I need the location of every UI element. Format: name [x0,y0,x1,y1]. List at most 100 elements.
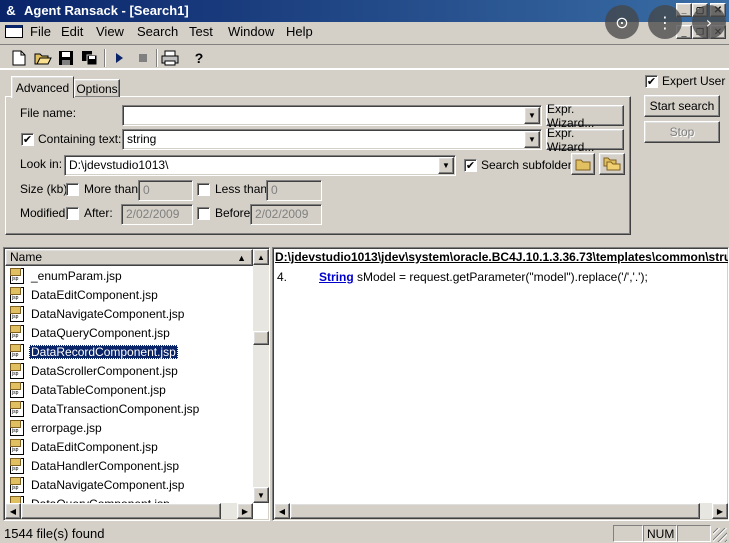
more-than-input[interactable]: 0 [138,180,193,201]
start-icon[interactable] [108,47,130,69]
chevron-right-icon: ▶ [241,506,249,516]
menu-view[interactable]: View [96,24,124,39]
containing-text-input[interactable]: string [122,129,542,150]
scroll-down-button[interactable]: ▼ [253,487,269,503]
preview-scroll-thumb[interactable] [290,503,700,519]
expert-user-checkbox[interactable]: ✔ [645,75,658,88]
file-name: DataNavigateComponent.jsp [31,477,185,492]
list-item[interactable]: _enumParam.jsp [5,267,124,285]
menu-help[interactable]: Help [286,24,313,39]
stop-button[interactable]: Stop [644,121,720,143]
list-item[interactable]: DataQueryComponent.jsp [5,323,172,342]
jsp-file-icon [10,476,24,493]
list-item[interactable]: DataNavigateComponent.jsp [5,475,186,494]
results-horizontal-scrollbar[interactable]: ◀ ▶ [5,503,253,519]
list-item[interactable]: DataEditComponent.jsp [5,285,160,304]
list-item[interactable]: DataTableComponent.jsp [5,380,168,399]
after-checkbox[interactable] [66,207,79,220]
mdi-doc-icon[interactable] [5,25,23,38]
save-icon[interactable] [55,47,77,69]
list-item[interactable]: errorpage.jsp [5,418,104,437]
results-list[interactable]: Name ▲ _enumParam.jsp DataEditComponent.j… [3,247,270,521]
search-subfolders-checkbox[interactable]: ✔ [464,159,477,172]
containing-text-checkbox[interactable]: ✔ [21,133,34,146]
list-item[interactable]: DataScrollerComponent.jsp [5,361,180,380]
before-checkbox[interactable] [197,207,210,220]
jsp-file-icon [10,438,24,455]
scroll-left-button[interactable]: ◀ [5,503,21,519]
preview-pane[interactable]: D:\jdevstudio1013\jdev\system\oracle.BC4… [272,247,729,521]
more-vertical-icon[interactable]: ⋮ [648,5,682,39]
file-name-input[interactable] [122,105,542,126]
status-files-found: 1544 file(s) found [4,526,105,541]
scroll-right-button[interactable]: ▶ [237,503,253,519]
scroll-up-button[interactable]: ▲ [253,249,269,265]
folders-icon [603,157,621,171]
tab-advanced[interactable]: Advanced [11,76,74,98]
file-name: DataHandlerComponent.jsp [31,458,180,473]
list-item[interactable]: DataRecordComponent.jsp [5,342,178,361]
chevron-right-icon[interactable]: › [692,5,726,39]
start-search-button[interactable]: Start search [644,95,720,117]
open-icon[interactable] [32,47,54,69]
menu-window[interactable]: Window [228,24,274,39]
more-than-label: More than: [84,182,142,196]
preview-scroll-right-button[interactable]: ▶ [712,503,728,519]
before-date-input[interactable]: 2/02/2009 [250,204,322,225]
results-vertical-scrollbar[interactable]: ▲ ▼ [253,249,269,503]
list-item[interactable]: DataTransactionComponent.jsp [5,399,201,418]
list-item[interactable]: DataQueryComponent.jsp [5,494,172,503]
scroll-thumb[interactable] [253,331,269,345]
file-name-dropdown[interactable]: ▼ [524,107,540,124]
file-name: DataEditComponent.jsp [31,287,158,302]
print-icon[interactable] [159,47,181,69]
after-date-input[interactable]: 2/02/2009 [121,204,193,225]
size-label: Size (kb): [20,182,71,196]
jsp-file-icon [10,305,24,322]
containing-text-dropdown[interactable]: ▼ [524,131,540,148]
jsp-file-icon [10,286,24,303]
file-list: _enumParam.jsp DataEditComponent.jsp DataN… [5,267,253,503]
after-label: After: [84,206,113,220]
file-name: DataRecordComponent.jsp [29,344,178,359]
file-name: DataNavigateComponent.jsp [31,306,185,321]
browse-multiple-folders-button[interactable] [599,153,625,175]
save-all-icon[interactable] [78,47,100,69]
less-than-checkbox[interactable] [197,183,210,196]
file-name: DataEditComponent.jsp [31,439,158,454]
look-in-input[interactable]: D:\jdevstudio1013\ [64,155,456,176]
less-than-input[interactable]: 0 [266,180,322,201]
preview-file-path: D:\jdevstudio1013\jdev\system\oracle.BC4… [275,250,729,264]
look-in-label: Look in: [20,157,63,171]
chevron-down-icon: ▼ [257,490,265,500]
menu-file[interactable]: File [30,24,51,39]
menu-test[interactable]: Test [189,24,213,39]
list-item[interactable]: DataNavigateComponent.jsp [5,304,186,323]
preview-horizontal-scrollbar[interactable]: ◀ ▶ [274,503,728,519]
preview-scroll-left-button[interactable]: ◀ [274,503,290,519]
more-than-checkbox[interactable] [66,183,79,196]
jsp-file-icon [10,495,24,503]
menu-search[interactable]: Search [137,24,178,39]
app-icon[interactable]: & [3,3,19,19]
expr-wizard-button-2[interactable]: Expr. Wizard... [546,126,624,154]
tab-options[interactable]: Options [74,79,120,97]
expr-wizard-button-1[interactable]: Expr. Wizard... [546,102,624,130]
chevron-down-icon: ▼ [528,111,536,120]
window-title: Agent Ransack - [Search1] [24,3,189,18]
modified-label: Modified: [20,206,69,220]
list-item[interactable]: DataEditComponent.jsp [5,437,160,456]
help-icon[interactable]: ? [188,47,210,69]
browse-folder-button[interactable] [571,153,595,175]
resize-grip-icon[interactable] [713,528,727,542]
list-item[interactable]: DataHandlerComponent.jsp [5,456,181,475]
lens-icon[interactable]: ⊙ [605,5,639,39]
jsp-file-icon [10,267,24,284]
preview-line-number: 4. [277,270,288,284]
stop-icon[interactable] [132,47,154,69]
new-icon[interactable] [8,47,30,69]
column-header-name[interactable]: Name ▲ [5,249,253,266]
menu-edit[interactable]: Edit [61,24,83,39]
look-in-dropdown[interactable]: ▼ [438,157,454,174]
horizontal-scroll-thumb[interactable] [21,503,221,519]
